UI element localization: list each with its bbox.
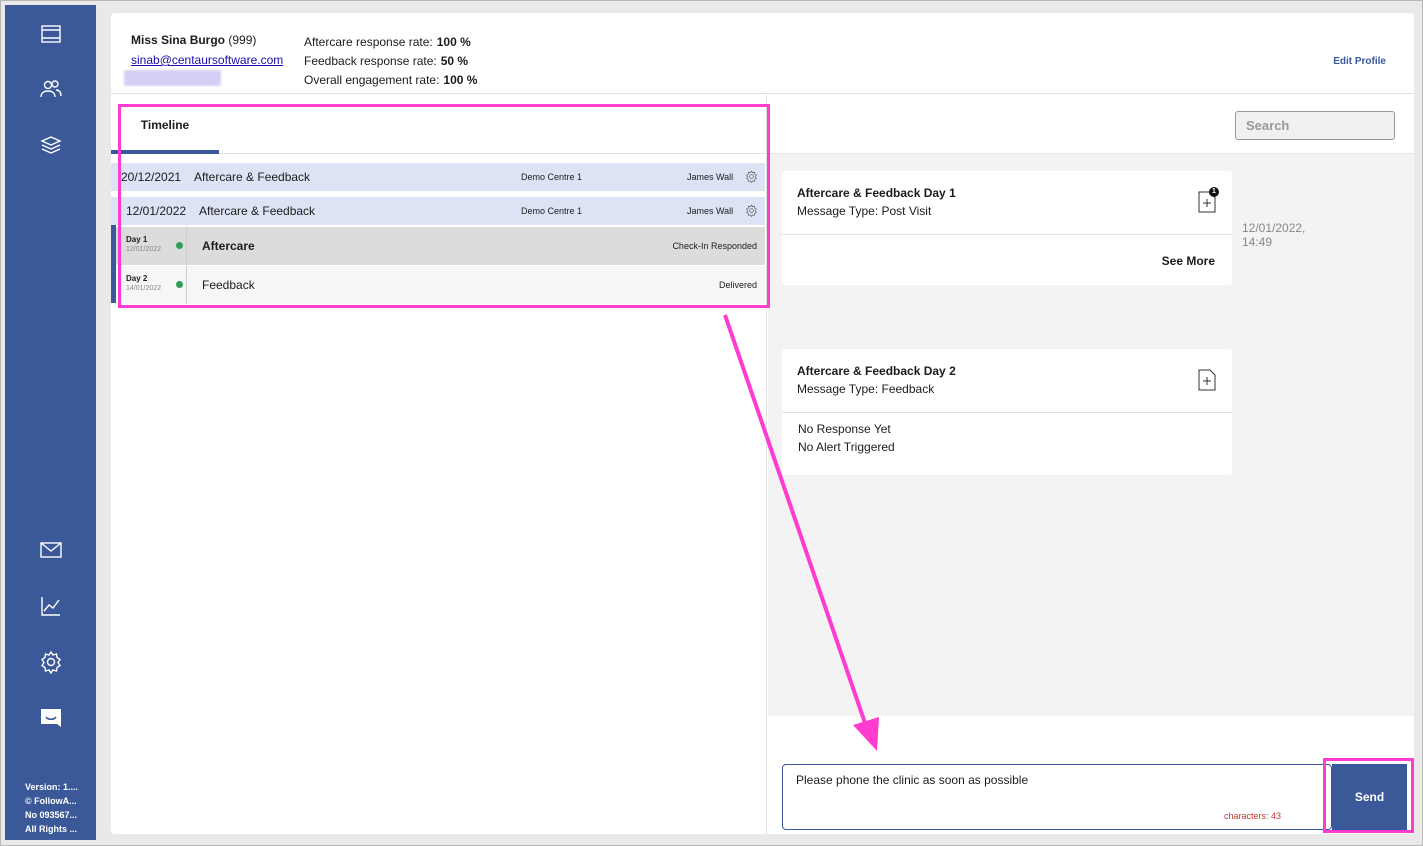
overall-rate: Overall engagement rate: 100 % <box>304 71 477 90</box>
alert-status: No Alert Triggered <box>798 440 895 454</box>
footer-line: Version: 1.... <box>25 782 79 792</box>
messages-toolbar: Search <box>768 95 1414 154</box>
day-status: Delivered <box>718 280 757 290</box>
messages-panel: Aftercare & Feedback Day 1 Message Type:… <box>768 154 1414 716</box>
timeline-panel: Timeline 20/12/2021 Aftercare & Feedback… <box>111 95 767 834</box>
message-timestamp: 12/01/2022, 14:49 <box>1242 221 1305 249</box>
row-title: Aftercare & Feedback <box>194 170 311 184</box>
day-status: Check-In Responded <box>672 241 757 251</box>
aftercare-rate: Aftercare response rate: 100 % <box>304 33 477 52</box>
client-number: (999) <box>228 33 257 47</box>
version-footer: Version: 1.... © FollowA... No 093567...… <box>25 780 91 836</box>
client-header: Miss Sina Burgo (999) sinab@centaursoftw… <box>111 13 1414 94</box>
edit-profile-link[interactable]: Edit Profile <box>1333 56 1386 67</box>
rate-label: Feedback response rate: <box>304 54 437 68</box>
clients-icon[interactable] <box>38 76 64 102</box>
footer-line: All Rights ... <box>25 824 78 834</box>
message-input[interactable]: Please phone the clinic as soon as possi… <box>782 764 1332 830</box>
footer-line: No 093567... <box>25 810 78 820</box>
timeline-row-expanded[interactable]: 12/01/2022 Aftercare & Feedback Demo Cen… <box>111 197 765 225</box>
search-input[interactable]: Search <box>1235 111 1395 140</box>
row-person: James Wall <box>687 172 734 182</box>
client-email-link[interactable]: sinab@centaursoftware.com <box>131 53 283 67</box>
client-name: Miss Sina Burgo (999) <box>131 33 256 47</box>
timestamp-time: 14:49 <box>1242 235 1273 249</box>
tab-divider <box>219 153 767 154</box>
message-card: Aftercare & Feedback Day 1 Message Type:… <box>782 171 1232 285</box>
message-composer: Please phone the clinic as soon as possi… <box>768 716 1414 834</box>
notification-badge: 1 <box>1209 187 1219 197</box>
dashboard-icon[interactable] <box>38 21 64 47</box>
gear-icon[interactable] <box>745 204 758 218</box>
day-date: 14/01/2022 <box>126 285 162 292</box>
gear-icon[interactable] <box>745 170 758 184</box>
row-centre: Demo Centre 1 <box>521 172 583 182</box>
timeline-connector <box>186 266 187 304</box>
timestamp-date: 12/01/2022, <box>1242 221 1306 235</box>
app-window: Version: 1.... © FollowA... No 093567...… <box>0 0 1423 846</box>
tab-timeline[interactable]: Timeline <box>111 95 219 154</box>
layers-icon[interactable] <box>38 132 64 158</box>
message-title: Aftercare & Feedback Day 2 <box>797 364 956 378</box>
document-add-icon[interactable] <box>1198 369 1216 391</box>
message-type: Message Type: Post Visit <box>797 204 932 218</box>
row-date: 12/01/2022 <box>126 204 187 218</box>
day-label: Day 2 <box>126 274 148 283</box>
client-name-text: Miss Sina Burgo <box>131 33 226 47</box>
chat-icon[interactable] <box>38 705 64 731</box>
footer-line: © FollowA... <box>25 796 77 806</box>
rate-value: 100 % <box>436 35 471 49</box>
see-more-button[interactable]: See More <box>1162 254 1215 268</box>
day-name: Feedback <box>202 278 255 292</box>
timeline-row[interactable]: 20/12/2021 Aftercare & Feedback Demo Cen… <box>111 163 765 191</box>
message-title: Aftercare & Feedback Day 1 <box>797 186 956 200</box>
message-text: Please phone the clinic as soon as possi… <box>796 773 1029 787</box>
day-name: Aftercare <box>202 239 255 253</box>
row-title: Aftercare & Feedback <box>199 204 316 218</box>
timeline-connector <box>186 227 187 265</box>
rate-value: 100 % <box>443 73 478 87</box>
send-button[interactable]: Send <box>1332 764 1407 830</box>
rate-label: Aftercare response rate: <box>304 35 433 49</box>
day-label: Day 1 <box>126 235 148 244</box>
day-row[interactable]: Day 2 14/01/2022 Feedback Delivered <box>116 266 765 304</box>
rate-label: Overall engagement rate: <box>304 73 440 87</box>
rate-value: 50 % <box>440 54 469 68</box>
settings-icon[interactable] <box>38 649 64 675</box>
redacted-field <box>124 70 221 86</box>
sidebar: Version: 1.... © FollowA... No 093567...… <box>5 5 96 840</box>
engagement-rates: Aftercare response rate: 100 % Feedback r… <box>304 33 477 90</box>
status-dot <box>176 281 183 288</box>
row-date: 20/12/2021 <box>121 170 182 184</box>
row-centre: Demo Centre 1 <box>521 206 583 216</box>
main-panel: Miss Sina Burgo (999) sinab@centaursoftw… <box>111 13 1414 834</box>
status-dot <box>176 242 183 249</box>
feedback-rate: Feedback response rate: 50 % <box>304 52 477 71</box>
mail-icon[interactable] <box>38 537 64 563</box>
message-card: Aftercare & Feedback Day 2 Message Type:… <box>782 349 1232 475</box>
row-person: James Wall <box>687 206 734 216</box>
day-date: 12/01/2022 <box>126 246 162 253</box>
response-status: No Response Yet <box>798 422 891 436</box>
card-divider <box>782 412 1232 413</box>
card-divider <box>782 234 1232 235</box>
message-type: Message Type: Feedback <box>797 382 935 396</box>
character-count: characters: 43 <box>1223 811 1281 821</box>
day-row[interactable]: Day 1 12/01/2022 Aftercare Check-In Resp… <box>116 227 765 265</box>
chart-icon[interactable] <box>38 593 64 619</box>
